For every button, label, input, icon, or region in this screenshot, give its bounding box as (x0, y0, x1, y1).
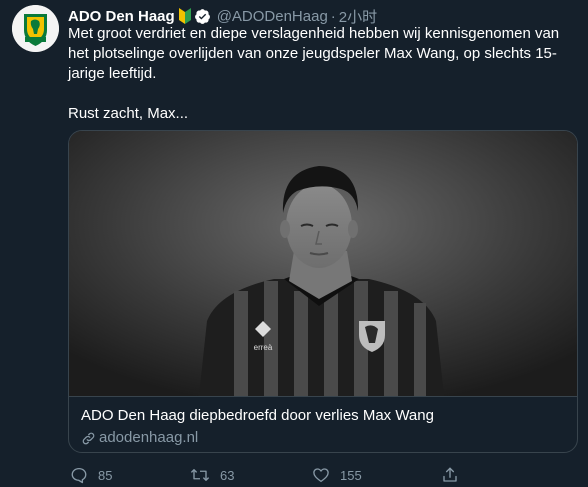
ado-den-haag-avatar[interactable] (12, 5, 59, 52)
card-image[interactable]: erreà (69, 131, 577, 396)
author-name[interactable]: ADO Den Haag (68, 8, 175, 25)
author-handle[interactable]: @ADODenHaag (217, 8, 328, 25)
retweet-icon (190, 469, 210, 481)
share-icon (443, 467, 457, 482)
tweet-actions: 85 63 155 (68, 466, 578, 486)
card-domain[interactable]: adodenhaag.nl (81, 428, 565, 448)
like-button[interactable]: 155 (312, 466, 362, 484)
retweet-count: 63 (220, 467, 235, 483)
verified-badge-icon (194, 8, 211, 25)
tweet-header: ADO Den Haag @ADODenHaag · 2小时 (68, 6, 377, 26)
card-domain-text: adodenhaag.nl (99, 429, 199, 446)
link-icon (81, 431, 96, 446)
tweet-text: Met groot verdriet en diepe verslagenhei… (68, 24, 578, 124)
reply-count: 85 (98, 467, 113, 483)
heart-icon (313, 468, 329, 483)
beginner-badge-icon (178, 8, 191, 24)
header-separator: · (330, 7, 336, 25)
like-count: 155 (340, 467, 362, 483)
retweet-button[interactable]: 63 (190, 466, 234, 484)
card-title[interactable]: ADO Den Haag diepbedroefd door verlies M… (81, 406, 565, 426)
reply-button[interactable]: 85 (70, 466, 112, 484)
card-meta[interactable]: ADO Den Haag diepbedroefd door verlies M… (69, 396, 577, 452)
link-card[interactable]: erreà ADO Den Haag diepbedroefd door ver… (68, 130, 578, 453)
player-portrait-image: erreà (69, 131, 577, 396)
tweet[interactable]: ADO Den Haag @ADODenHaag · 2小时 Met groot… (0, 0, 588, 487)
share-button[interactable] (441, 466, 459, 484)
svg-text:erreà: erreà (254, 343, 273, 352)
tweet-text-paragraph-1: Met groot verdriet en diepe verslagenhei… (68, 25, 560, 82)
tweet-text-paragraph-2: Rust zacht, Max... (68, 105, 189, 122)
reply-icon (71, 467, 87, 484)
club-crest-icon (12, 5, 59, 52)
